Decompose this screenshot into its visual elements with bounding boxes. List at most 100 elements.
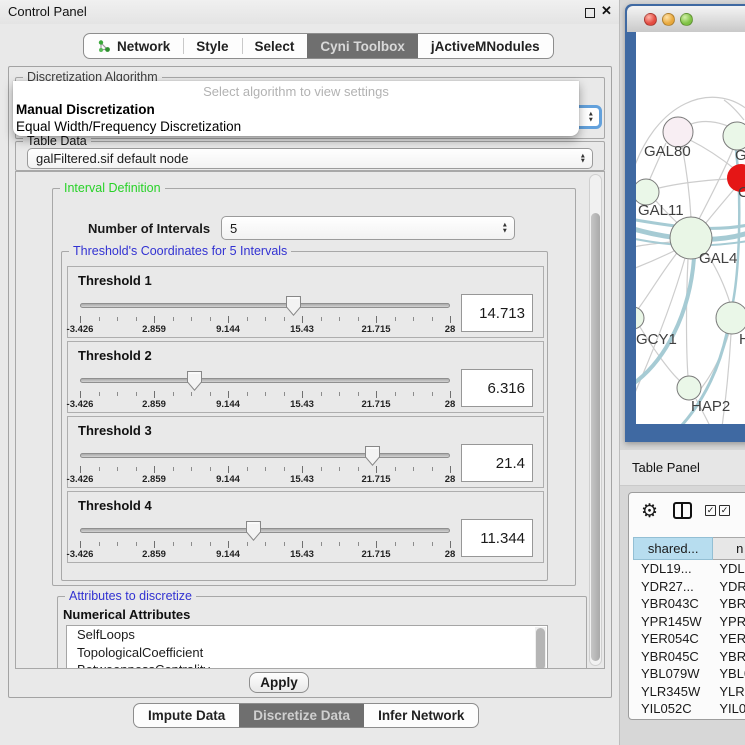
tick-mark (117, 542, 118, 546)
slider-track[interactable] (80, 303, 450, 308)
apply-button[interactable]: Apply (249, 672, 309, 693)
table-row[interactable]: YPR145WYPR1 (633, 613, 745, 631)
close-traffic-light-icon[interactable] (644, 13, 657, 26)
slider-track[interactable] (80, 528, 450, 533)
threshold-slider[interactable]: -3.4262.8599.14415.4321.71528 (80, 520, 450, 562)
threshold-slider[interactable]: -3.4262.8599.14415.4321.71528 (80, 445, 450, 487)
tick-mark (395, 392, 396, 396)
tick-mark (432, 392, 433, 396)
list-item[interactable]: TopologicalCoefficient (67, 644, 547, 662)
tab-label: Cyni Toolbox (320, 39, 405, 54)
checkbox-checked-icon[interactable] (705, 505, 716, 516)
threshold-value-field[interactable]: 11.344 (461, 519, 533, 557)
thresholds-container: Threshold 1 -3.4262.8599.14415.4321.71528… (62, 266, 547, 566)
tab-discretize-data[interactable]: Discretize Data (239, 704, 364, 727)
network-canvas[interactable]: GAL80GACGAL11GAL4GCY1HHAP2 (636, 32, 745, 424)
threshold-slider[interactable]: -3.4262.8599.14415.4321.71528 (80, 295, 450, 337)
close-icon[interactable] (601, 3, 615, 19)
tab-jactivemnodules[interactable]: jActiveMNodules (418, 34, 553, 58)
network-edge[interactable] (636, 248, 680, 270)
table-panel-titlebar: Table Panel (620, 450, 745, 486)
tab-select[interactable]: Select (242, 34, 308, 58)
dropdown-placeholder-option[interactable]: Select algorithm to view settings (13, 84, 579, 99)
gear-icon[interactable] (641, 500, 658, 523)
table-cell: YER054C (633, 630, 713, 648)
table-row[interactable]: YLR345WYLR3 (633, 683, 745, 701)
table-row[interactable]: YBR043CYBR0 (633, 595, 745, 613)
threshold-panel-1: Threshold 1 -3.4262.8599.14415.4321.71528… (67, 266, 544, 338)
dropdown-option-equal-width-frequency[interactable]: Equal Width/Frequency Discretization (16, 119, 241, 134)
minimize-traffic-light-icon[interactable] (662, 13, 675, 26)
slider-thumb[interactable] (365, 446, 380, 471)
node-label-h: H (739, 331, 745, 348)
tab-label: jActiveMNodules (431, 39, 540, 54)
threshold-value-field[interactable]: 6.316 (461, 369, 533, 407)
column-header-n[interactable]: n (713, 537, 745, 560)
list-item[interactable]: SelfLoops (67, 626, 547, 644)
float-window-icon[interactable] (585, 8, 595, 18)
network-view-window[interactable]: GAL80GACGAL11GAL4GCY1HHAP2 (625, 4, 745, 442)
slider-thumb[interactable] (246, 521, 261, 546)
network-edge-highlighted[interactable] (636, 258, 694, 386)
table-row[interactable]: YDR27...YDR2 (633, 578, 745, 596)
tick-label: 2.859 (142, 474, 166, 485)
table-cell: YIL0 (713, 700, 745, 718)
slider-track[interactable] (80, 378, 450, 383)
table-row[interactable]: YDL19...YDL1 (633, 560, 745, 578)
attribute-items: SelfLoopsTopologicalCoefficientBetweenne… (67, 626, 547, 669)
tab-cyni-toolbox[interactable]: Cyni Toolbox (307, 34, 418, 58)
table-data-combobox[interactable]: galFiltered.sif default node (27, 148, 593, 169)
network-node-h-node[interactable] (716, 302, 745, 334)
network-node-top-right[interactable] (723, 122, 745, 150)
table-cell: YLR3 (713, 683, 745, 701)
network-graph: GAL80GACGAL11GAL4GCY1HHAP2 (636, 32, 745, 424)
tick-mark (173, 317, 174, 321)
tick-mark (80, 541, 81, 548)
list-item[interactable]: BetweennessCentrality (67, 661, 547, 669)
node-label-ga: GA (735, 147, 745, 164)
column-header-shared[interactable]: shared... (633, 537, 713, 560)
slider-thumb[interactable] (286, 296, 301, 321)
tick-mark (136, 467, 137, 471)
tick-mark (191, 317, 192, 321)
network-edge[interactable] (705, 187, 736, 224)
settings-vertical-scrollbar[interactable] (589, 174, 602, 666)
attributes-scrollbar[interactable] (535, 627, 546, 669)
network-node-hap2[interactable] (677, 376, 701, 400)
network-edge[interactable] (699, 149, 733, 219)
scrollbar-thumb[interactable] (536, 628, 545, 669)
control-panel-tabs: NetworkStyleSelect Cyni Toolbox jActiveMNo… (83, 33, 554, 59)
table-row[interactable]: YBL079WYBL0 (633, 665, 745, 683)
slider-thumb[interactable] (187, 371, 202, 396)
network-edge[interactable] (687, 259, 689, 377)
table-cell: YDR2 (713, 578, 745, 596)
table-row[interactable]: YIL052CYIL0 (633, 700, 745, 718)
threshold-value-field[interactable]: 21.4 (461, 444, 533, 482)
table-row[interactable]: YER054CYER0 (633, 630, 745, 648)
tab-style[interactable]: Style (183, 34, 241, 58)
dropdown-option-manual-discretization[interactable]: Manual Discretization (16, 102, 155, 117)
number-of-intervals-label: Number of Intervals (88, 221, 210, 236)
tick-mark (154, 541, 155, 548)
scrollbar-thumb[interactable] (591, 213, 600, 661)
number-of-intervals-combobox[interactable]: 5 (221, 216, 515, 240)
tick-mark (395, 467, 396, 471)
zoom-traffic-light-icon[interactable] (680, 13, 693, 26)
slider-track[interactable] (80, 453, 450, 458)
threshold-value-field[interactable]: 14.713 (461, 294, 533, 332)
table-cell: YDR27... (633, 578, 713, 596)
threshold-label: Threshold 1 (78, 273, 152, 288)
numerical-attributes-list[interactable]: SelfLoopsTopologicalCoefficientBetweenne… (66, 625, 548, 669)
tab-infer-network[interactable]: Infer Network (364, 704, 478, 727)
tick-label: 21.715 (361, 399, 390, 410)
tab-impute-data[interactable]: Impute Data (134, 704, 239, 727)
network-edge[interactable] (724, 100, 744, 120)
network-node-gcy1[interactable] (636, 307, 644, 329)
split-columns-icon[interactable] (673, 502, 692, 519)
threshold-slider[interactable]: -3.4262.8599.14415.4321.71528 (80, 370, 450, 412)
table-row[interactable]: YBR045CYBR0 (633, 648, 745, 666)
checkbox-checked-icon[interactable] (719, 505, 730, 516)
control-panel-body: Discretization Algorithm Table Data galF… (8, 66, 612, 698)
control-panel-titlebar: Control Panel (0, 0, 619, 24)
tab-network[interactable]: Network (84, 34, 183, 58)
